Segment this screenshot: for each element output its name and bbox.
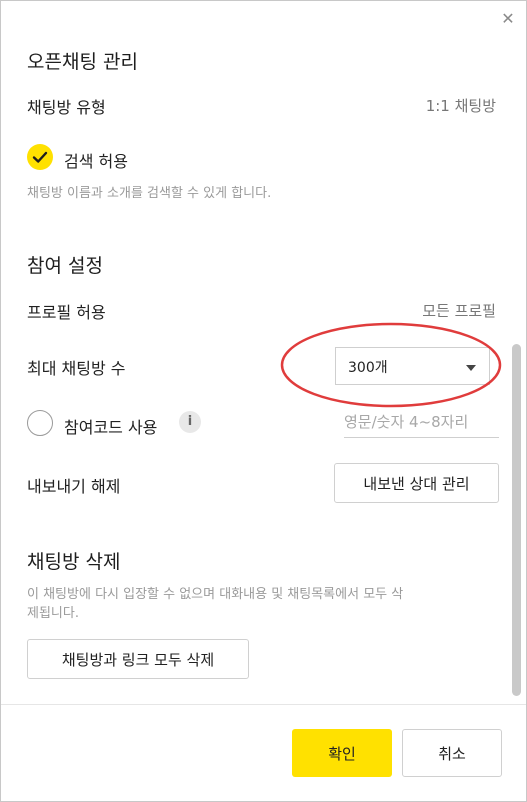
manage-exported-button[interactable]: 내보낸 상대 관리 xyxy=(334,463,499,503)
delete-chatroom-and-link-button[interactable]: 채팅방과 링크 모두 삭제 xyxy=(27,639,249,679)
max-chatrooms-label: 최대 채팅방 수 xyxy=(27,359,126,378)
delete-description-line2: 제됩니다. xyxy=(27,606,79,621)
join-code-label[interactable]: 참여코드 사용 xyxy=(64,414,157,438)
room-type-label: 채팅방 유형 xyxy=(27,98,106,117)
settings-dialog: ✕ 오픈채팅 관리 채팅방 유형 1:1 채팅방 검색 허용 채팅방 이름과 소… xyxy=(0,0,527,802)
delete-section-title: 채팅방 삭제 xyxy=(27,551,121,573)
footer-divider xyxy=(1,704,526,705)
participation-section-title: 참여 설정 xyxy=(27,255,103,277)
join-code-radio[interactable] xyxy=(27,410,53,436)
profile-allow-label: 프로필 허용 xyxy=(27,303,106,322)
search-allow-checkbox[interactable] xyxy=(27,144,53,170)
red-annotation-ellipse xyxy=(280,322,502,408)
info-icon[interactable]: i xyxy=(179,411,201,433)
search-allow-description: 채팅방 이름과 소개를 검색할 수 있게 합니다. xyxy=(27,186,272,201)
search-allow-label[interactable]: 검색 허용 xyxy=(64,148,128,172)
close-icon[interactable]: ✕ xyxy=(498,9,518,29)
cancel-button[interactable]: 취소 xyxy=(402,729,502,777)
checkmark-icon xyxy=(32,151,48,163)
profile-allow-value[interactable]: 모든 프로필 xyxy=(422,300,496,321)
delete-description-line1: 이 채팅방에 다시 입장할 수 없으며 대화내용 및 채팅목록에서 모두 삭 xyxy=(27,587,404,602)
export-release-label: 내보내기 해제 xyxy=(27,477,121,496)
join-code-input[interactable] xyxy=(344,406,499,438)
room-type-value: 1:1 채팅방 xyxy=(425,97,496,115)
scrollbar-thumb[interactable] xyxy=(512,344,521,696)
open-chat-section-title: 오픈채팅 관리 xyxy=(27,51,138,73)
confirm-button[interactable]: 확인 xyxy=(292,729,392,777)
